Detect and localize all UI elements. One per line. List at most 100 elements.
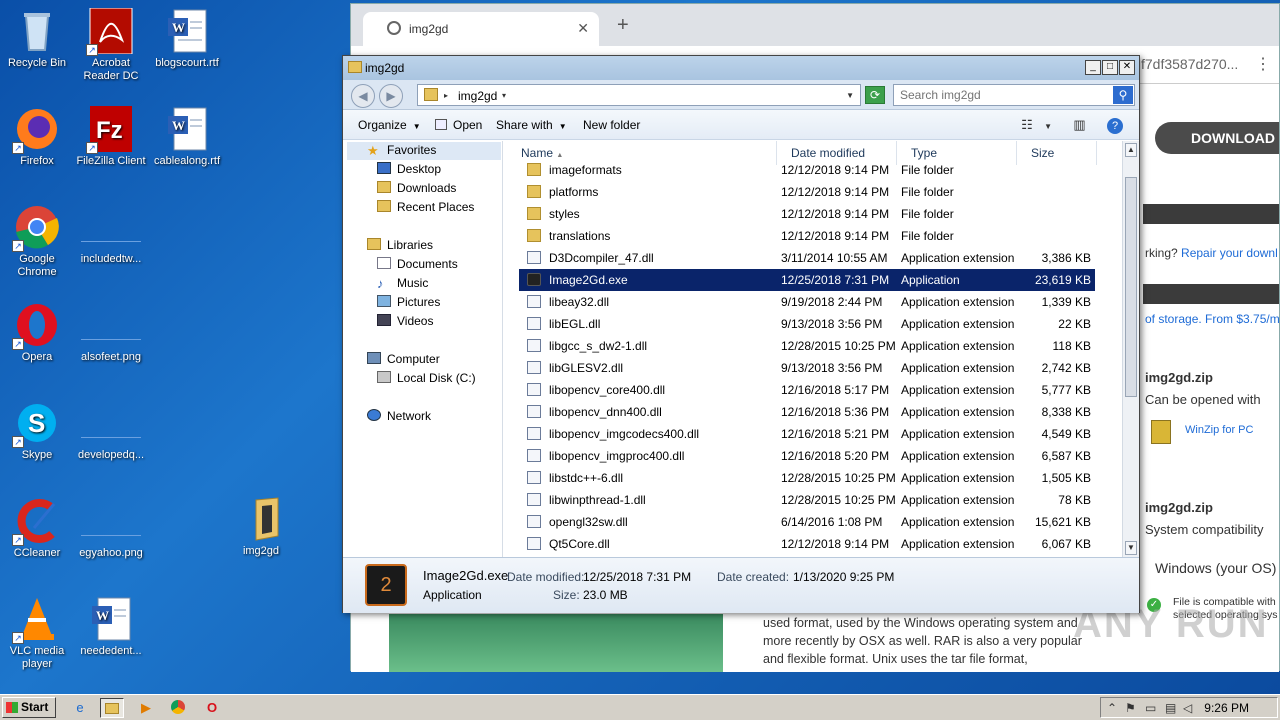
nav-recent-places[interactable]: Recent Places [377, 200, 474, 214]
desktop-icon-acrobat[interactable]: ↗ Acrobat Reader DC [74, 7, 148, 83]
share-with-menu[interactable]: Share with ▼ [496, 118, 567, 132]
breadcrumb[interactable]: ▸ img2gd ▾ ▼ [417, 84, 861, 106]
nav-desktop[interactable]: Desktop [377, 162, 441, 176]
dll-file-icon [527, 405, 541, 418]
start-button[interactable]: Start [2, 697, 56, 718]
action-center-icon[interactable]: ⚑ [1125, 701, 1136, 715]
nav-music[interactable]: ♪ Music [377, 276, 428, 291]
open-button[interactable]: Open [435, 118, 482, 132]
close-tab-icon[interactable]: ✕ [577, 20, 589, 37]
search-icon[interactable]: ⚲ [1113, 86, 1133, 104]
file-row[interactable]: libopencv_core400.dll 12/16/2018 5:17 PM A… [519, 379, 1095, 401]
browser-tab[interactable]: img2gd ✕ [363, 12, 599, 46]
nav-downloads[interactable]: Downloads [377, 181, 456, 195]
os-label[interactable]: Windows (your OS) [1155, 560, 1276, 576]
file-date-modified: 12/16/2018 5:20 PM [781, 449, 890, 463]
file-row[interactable]: opengl32sw.dll 6/14/2016 1:08 PM Applicati… [519, 511, 1095, 533]
search-box[interactable]: ⚲ [893, 84, 1135, 106]
file-row[interactable]: Image2Gd.exe 12/25/2018 7:31 PM Applicatio… [519, 269, 1095, 291]
title-bar[interactable]: img2gd _ □ ✕ [343, 56, 1139, 80]
search-input[interactable] [898, 86, 1108, 104]
desktop-icon-firefox[interactable]: ↗ Firefox [0, 106, 74, 168]
nav-local-disk[interactable]: Local Disk (C:) [377, 371, 476, 385]
desktop-icon-includedtw[interactable]: includedtw... [74, 204, 148, 266]
refresh-button[interactable]: ⟳ [865, 86, 885, 104]
desktop-icon-neededent[interactable]: W neededent... [74, 596, 148, 658]
volume-icon[interactable]: ◁ [1183, 701, 1192, 715]
minimize-button[interactable]: _ [1085, 60, 1101, 75]
desktop-icon-egyahoo[interactable]: egyahoo.png [74, 498, 148, 560]
chrome-taskbar-icon[interactable] [166, 698, 190, 718]
download-button[interactable]: DOWNLOAD [1155, 122, 1279, 154]
winzip-link[interactable]: WinZip for PC [1185, 424, 1253, 436]
storage-text[interactable]: of storage. From $3.75/m [1145, 312, 1279, 326]
file-row[interactable]: D3Dcompiler_47.dll 3/11/2014 10:55 AM Appl… [519, 247, 1095, 269]
chevron-right-icon[interactable]: ▸ [444, 91, 448, 100]
help-icon[interactable]: ? [1107, 118, 1123, 134]
file-row[interactable]: platforms 12/12/2018 9:14 PM File folder [519, 181, 1095, 203]
new-tab-button[interactable]: + [617, 14, 629, 37]
desktop-icon-developedq[interactable]: developedq... [74, 400, 148, 462]
file-row[interactable]: libEGL.dll 9/13/2018 3:56 PM Application e… [519, 313, 1095, 335]
close-button[interactable]: ✕ [1119, 60, 1135, 75]
file-row[interactable]: libopencv_imgproc400.dll 12/16/2018 5:20 … [519, 445, 1095, 467]
opera-taskbar-icon[interactable]: O [200, 698, 224, 718]
battery-icon[interactable]: ▭ [1145, 701, 1156, 715]
file-row[interactable]: libopencv_imgcodecs400.dll 12/16/2018 5:2… [519, 423, 1095, 445]
file-row[interactable]: libeay32.dll 9/19/2018 2:44 PM Application… [519, 291, 1095, 313]
nav-favorites[interactable]: ★ Favorites [367, 143, 436, 158]
file-row[interactable]: styles 12/12/2018 9:14 PM File folder [519, 203, 1095, 225]
file-row[interactable]: Qt5Core.dll 12/12/2018 9:14 PM Application… [519, 533, 1095, 555]
show-hidden-icons-icon[interactable]: ⌃ [1107, 701, 1117, 715]
desktop-icon-chrome[interactable]: ↗ Google Chrome [0, 204, 74, 279]
network-icon [367, 409, 381, 421]
desktop-icon-filezilla[interactable]: Fz ↗ FileZilla Client [74, 106, 148, 168]
desktop-icon-alsofeet[interactable]: alsofeet.png [74, 302, 148, 364]
desktop-icon-opera[interactable]: ↗ Opera [0, 302, 74, 364]
scroll-down-arrow[interactable]: ▼ [1125, 541, 1137, 555]
view-options-icon[interactable]: ☷ [1021, 117, 1033, 133]
desktop-icon-blogscourt[interactable]: W blogscourt.rtf [150, 8, 224, 70]
desktop-icon-cablealong[interactable]: W cablealong.rtf [150, 106, 224, 168]
media-player-icon[interactable]: ▶ [134, 698, 158, 718]
file-row[interactable]: libopencv_dnn400.dll 12/16/2018 5:36 PM Ap… [519, 401, 1095, 423]
explorer-taskbar-button[interactable] [100, 698, 124, 718]
nav-pictures[interactable]: Pictures [377, 295, 440, 309]
nav-computer[interactable]: Computer [367, 352, 440, 366]
file-date-modified: 12/16/2018 5:17 PM [781, 383, 890, 397]
file-row[interactable]: libwinpthread-1.dll 12/28/2015 10:25 PM Ap… [519, 489, 1095, 511]
chevron-down-icon[interactable]: ▾ [502, 91, 506, 100]
repair-link[interactable]: Repair your downl [1181, 246, 1278, 260]
vertical-scrollbar[interactable]: ▲ ▼ [1122, 141, 1139, 557]
menu-icon[interactable]: ⋮ [1255, 54, 1271, 74]
scroll-up-arrow[interactable]: ▲ [1125, 143, 1137, 157]
file-row[interactable]: libstdc++-6.dll 12/28/2015 10:25 PM Applic… [519, 467, 1095, 489]
scrollbar-thumb[interactable] [1125, 177, 1137, 397]
back-button[interactable]: ◀ [351, 84, 375, 108]
history-dropdown-icon[interactable]: ▼ [846, 91, 854, 100]
file-row[interactable]: translations 12/12/2018 9:14 PM File folde… [519, 225, 1095, 247]
maximize-button[interactable]: □ [1102, 60, 1118, 75]
desktop-icon-ccleaner[interactable]: ↗ CCleaner [0, 498, 74, 560]
chevron-down-icon[interactable]: ▼ [1044, 122, 1052, 131]
new-folder-button[interactable]: New folder [583, 118, 640, 132]
desktop-icon-vlc[interactable]: ↗ VLC media player [0, 596, 74, 671]
file-row[interactable]: libGLESV2.dll 9/13/2018 3:56 PM Applicatio… [519, 357, 1095, 379]
nav-network[interactable]: Network [367, 409, 431, 423]
dll-file-icon [527, 383, 541, 396]
file-row[interactable]: imageformats 12/12/2018 9:14 PM File folde… [519, 159, 1095, 181]
clock[interactable]: 9:26 PM [1204, 701, 1249, 715]
desktop-icon-skype[interactable]: S ↗ Skype [0, 400, 74, 462]
nav-documents[interactable]: Documents [377, 257, 458, 271]
file-row[interactable]: libgcc_s_dw2-1.dll 12/28/2015 10:25 PM App… [519, 335, 1095, 357]
breadcrumb-item[interactable]: img2gd [458, 89, 497, 103]
nav-libraries[interactable]: Libraries [367, 238, 433, 252]
nav-videos[interactable]: Videos [377, 314, 433, 328]
preview-pane-icon[interactable]: ▥ [1073, 117, 1085, 133]
forward-button[interactable]: ▶ [379, 84, 403, 108]
organize-menu[interactable]: Organize ▼ [358, 118, 421, 132]
network-tray-icon[interactable]: ▤ [1165, 701, 1176, 715]
internet-explorer-icon[interactable]: e [68, 698, 92, 718]
desktop-icon-recycle-bin[interactable]: Recycle Bin [0, 8, 74, 70]
desktop-icon-img2gd-folder[interactable]: img2gd [224, 496, 298, 558]
